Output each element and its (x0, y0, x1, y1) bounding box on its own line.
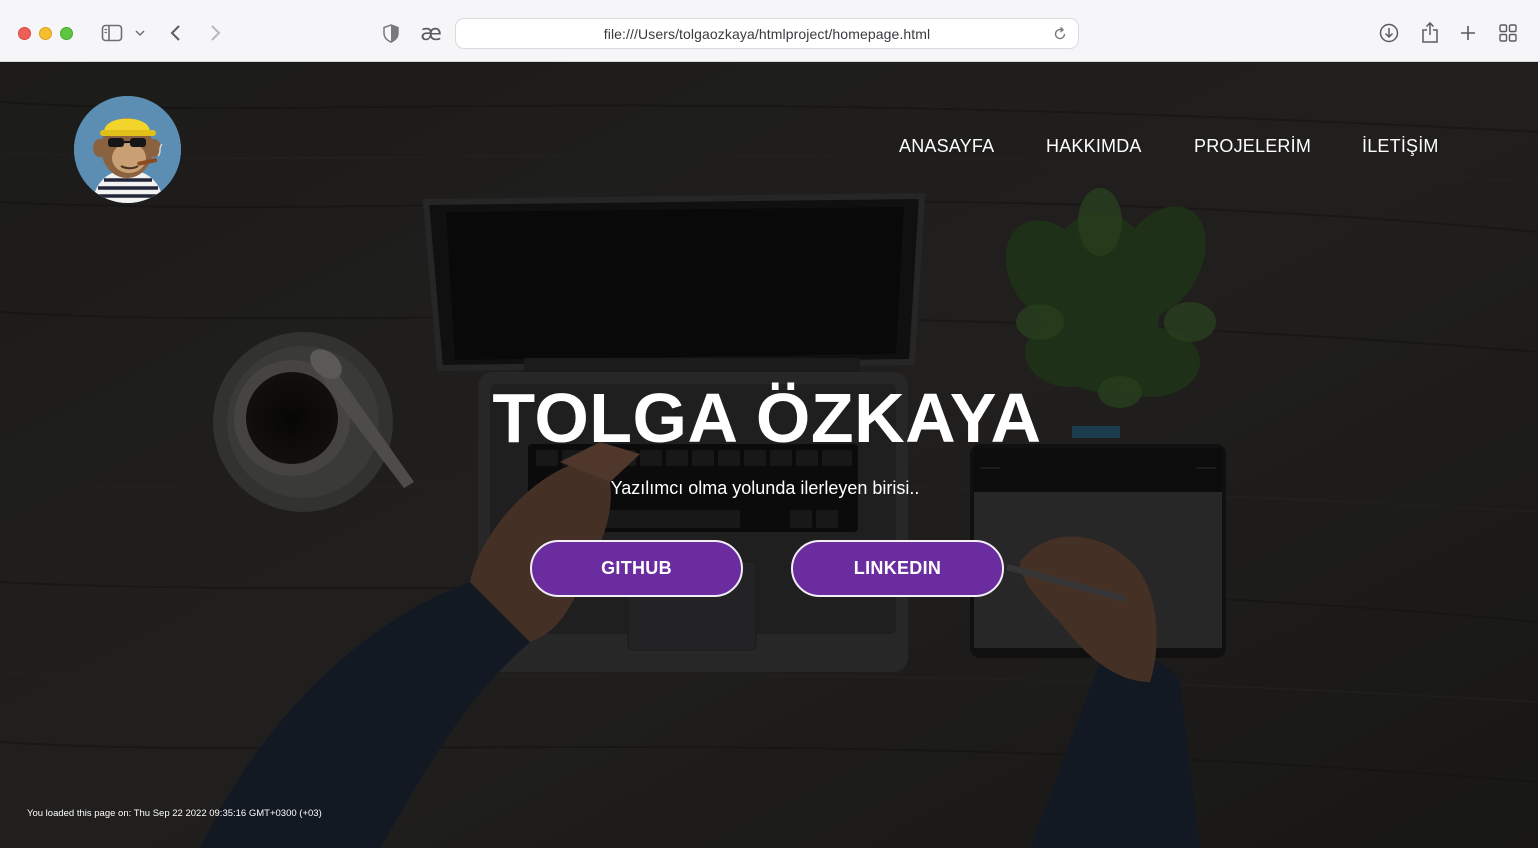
chevron-down-icon[interactable] (133, 19, 147, 47)
sidebar-toggle-icon[interactable] (100, 19, 124, 47)
extension-icon[interactable]: æ (418, 19, 444, 47)
share-icon[interactable] (1419, 19, 1441, 47)
browser-toolbar: æ file:///Users/tolgaozkaya/htmlproject/… (0, 0, 1540, 62)
page-viewport: ANASAYFA HAKKIMDA PROJELERİM İLETİŞİM TO… (0, 62, 1538, 848)
privacy-shield-icon[interactable] (381, 19, 401, 47)
new-tab-icon[interactable] (1458, 19, 1478, 47)
url-text: file:///Users/tolgaozkaya/htmlproject/ho… (603, 25, 931, 42)
address-bar[interactable]: file:///Users/tolgaozkaya/htmlproject/ho… (455, 18, 1079, 49)
tab-overview-icon[interactable] (1497, 19, 1519, 47)
nav-item-anasayfa[interactable]: ANASAYFA (899, 136, 994, 157)
linkedin-button[interactable]: LINKEDIN (791, 540, 1004, 597)
forward-icon[interactable] (205, 19, 225, 47)
page-loaded-timestamp: You loaded this page on: Thu Sep 22 2022… (27, 808, 322, 819)
nav-item-hakkimda[interactable]: HAKKIMDA (1046, 136, 1142, 157)
reload-icon[interactable] (1052, 26, 1068, 47)
hero-title: TOLGA ÖZKAYA (492, 379, 1042, 457)
zoom-window-button[interactable] (60, 27, 73, 40)
nav-item-iletisim[interactable]: İLETİŞİM (1362, 136, 1439, 157)
close-window-button[interactable] (18, 27, 31, 40)
downloads-icon[interactable] (1378, 19, 1400, 47)
hero-subtitle: Yazılımcı olma yolunda ilerleyen birisi.… (610, 478, 920, 498)
minimize-window-button[interactable] (39, 27, 52, 40)
nav-item-projelerim[interactable]: PROJELERİM (1194, 136, 1311, 157)
github-button[interactable]: GITHUB (530, 540, 743, 597)
main-nav: ANASAYFA HAKKIMDA PROJELERİM İLETİŞİM (0, 136, 1538, 166)
back-icon[interactable] (166, 19, 186, 47)
